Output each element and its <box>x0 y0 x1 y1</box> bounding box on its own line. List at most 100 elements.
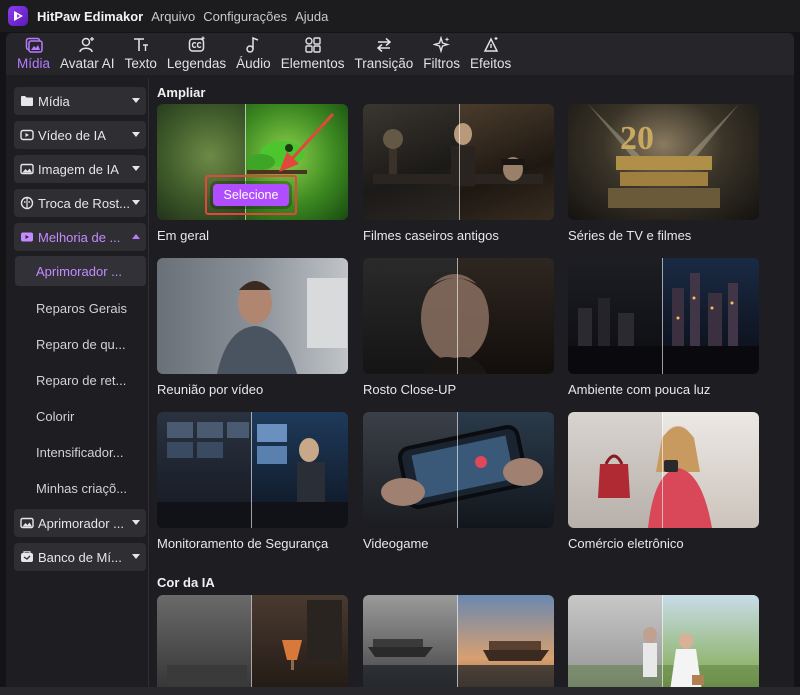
preset-card-old-home-movies[interactable]: Filmes caseiros antigos <box>363 104 554 243</box>
preset-thumbnail <box>363 258 554 374</box>
preset-card-video-meeting[interactable]: Reunião por vídeo <box>157 258 348 397</box>
face-close-up-image <box>421 274 489 374</box>
preset-card-low-light[interactable]: Ambiente com pouca luz <box>568 258 759 397</box>
color-card-2[interactable] <box>363 595 554 687</box>
tab-elements[interactable]: Elementos <box>276 33 350 75</box>
text-icon <box>131 36 151 54</box>
preset-card-videogame[interactable]: Videogame <box>363 412 554 551</box>
preset-caption: Filmes caseiros antigos <box>363 228 499 243</box>
preset-thumbnail: 20 <box>568 104 759 220</box>
sidebar-subitem-general-repair[interactable]: Reparos Gerais <box>15 293 146 323</box>
preset-card-ecommerce[interactable]: Comércio eletrônico <box>568 412 759 551</box>
image-ai-icon <box>20 162 34 176</box>
tab-filters-label: Filtros <box>423 56 461 71</box>
tab-filters[interactable]: Filtros <box>418 33 465 75</box>
preset-card-tv-series-movies[interactable]: 20 Séries de TV e filmes <box>568 104 759 243</box>
shopping-bag-image <box>598 426 712 528</box>
tab-transition-label: Transição <box>354 56 414 71</box>
chevron-down-icon <box>132 520 140 525</box>
sidebar-item-media[interactable]: Mídia <box>14 87 146 115</box>
compare-divider <box>251 595 252 687</box>
tab-media[interactable]: Mídia <box>12 33 55 75</box>
sidebar-item-video-ai[interactable]: Vídeo de IA <box>14 121 146 149</box>
chevron-down-icon <box>132 200 140 205</box>
subtitles-icon <box>187 36 207 54</box>
color-card-1[interactable] <box>157 595 348 687</box>
transition-icon <box>374 36 394 54</box>
avatar-icon <box>77 36 97 54</box>
preset-caption: Rosto Close-UP <box>363 382 457 397</box>
sidebar-item-enhance[interactable]: Melhoria de ... <box>14 223 146 251</box>
sidebar-subitem-my-creations[interactable]: Minhas criaçõ... <box>15 473 146 503</box>
sidebar-subitem-intensifier[interactable]: Intensificador... <box>15 437 146 467</box>
sidebar-item-face-swap[interactable]: Troca de Rost... <box>14 189 146 217</box>
sidebar-subitem-upscaler[interactable]: Aprimorador ... <box>15 256 146 286</box>
image-enhancer-icon <box>20 516 34 530</box>
compare-divider <box>457 595 458 687</box>
preset-thumbnail <box>363 412 554 528</box>
section-title-upscale: Ampliar <box>157 85 206 100</box>
folder-icon <box>20 94 34 108</box>
sidebar-subitem-quality-repair[interactable]: Reparo de qu... <box>15 329 146 359</box>
compare-divider <box>662 412 663 528</box>
filters-icon <box>432 36 452 54</box>
menu-configuracoes[interactable]: Configurações <box>203 9 287 24</box>
preset-thumbnail <box>363 104 554 220</box>
app-logo-icon <box>8 6 28 26</box>
preset-thumbnail <box>568 258 759 374</box>
preset-caption: Reunião por vídeo <box>157 382 264 397</box>
tab-text[interactable]: Texto <box>120 33 162 75</box>
security-room-image <box>157 422 348 528</box>
compare-divider <box>662 595 663 687</box>
preset-thumbnail <box>363 595 554 687</box>
compare-divider <box>459 104 460 220</box>
sidebar-subitem-colorize[interactable]: Colorir <box>15 401 146 431</box>
tab-audio-label: Áudio <box>236 56 271 71</box>
harbor-boat-image <box>363 639 554 687</box>
tab-effects[interactable]: Efeitos <box>465 33 516 75</box>
media-icon <box>24 36 44 54</box>
tab-subtitles[interactable]: Legendas <box>162 33 231 75</box>
tab-avatar-ai[interactable]: Avatar AI <box>55 33 120 75</box>
main-toolbar: Mídia Avatar AI Texto Legendas Áudio Ele… <box>6 33 794 75</box>
effects-icon <box>481 36 501 54</box>
tab-transition[interactable]: Transição <box>349 33 418 75</box>
preset-caption: Ambiente com pouca luz <box>568 382 711 397</box>
select-button[interactable]: Selecione <box>213 184 289 206</box>
video-meeting-image <box>217 278 347 374</box>
elements-icon <box>303 36 323 54</box>
bottom-bar <box>0 687 800 695</box>
tab-effects-label: Efeitos <box>470 56 512 71</box>
preset-card-face-close-up[interactable]: Rosto Close-UP <box>363 258 554 397</box>
cinema-logo-image: 20 <box>588 104 739 208</box>
chevron-down-icon <box>132 166 140 171</box>
restaurant-image <box>167 600 342 687</box>
tab-audio[interactable]: Áudio <box>231 33 276 75</box>
sidebar-item-label: Imagem de IA <box>38 161 119 177</box>
sidebar-item-image-ai[interactable]: Imagem de IA <box>14 155 146 183</box>
preset-card-security-monitoring[interactable]: Monitoramento de Segurança <box>157 412 348 551</box>
enhance-icon <box>20 230 34 244</box>
preset-caption: Monitoramento de Segurança <box>157 536 329 551</box>
preset-caption: Videogame <box>363 536 429 551</box>
preset-card-general[interactable]: Selecione Em geral <box>157 104 348 243</box>
color-card-3[interactable] <box>568 595 759 687</box>
tab-text-label: Texto <box>124 56 157 71</box>
chevron-up-icon <box>132 234 140 239</box>
mobile-game-image <box>381 425 543 509</box>
preset-thumbnail <box>157 258 348 374</box>
menu-ajuda[interactable]: Ajuda <box>295 9 328 24</box>
preset-thumbnail <box>157 595 348 687</box>
tab-media-label: Mídia <box>17 56 51 71</box>
title-bar: HitPaw Edimakor Arquivo Configurações Aj… <box>0 0 800 32</box>
sidebar-item-media-bank[interactable]: Banco de Mí... <box>14 543 146 571</box>
menu-arquivo[interactable]: Arquivo <box>151 9 195 24</box>
compare-divider <box>457 258 458 374</box>
sidebar-item-image-enhancer[interactable]: Aprimorador ... <box>14 509 146 537</box>
sidebar-item-label: Vídeo de IA <box>38 127 106 143</box>
audio-icon <box>243 36 263 54</box>
compare-divider <box>457 412 458 528</box>
pointer-arrow-icon <box>279 112 335 172</box>
preset-caption: Comércio eletrônico <box>568 536 684 551</box>
sidebar-subitem-portrait-repair[interactable]: Reparo de ret... <box>15 365 146 395</box>
